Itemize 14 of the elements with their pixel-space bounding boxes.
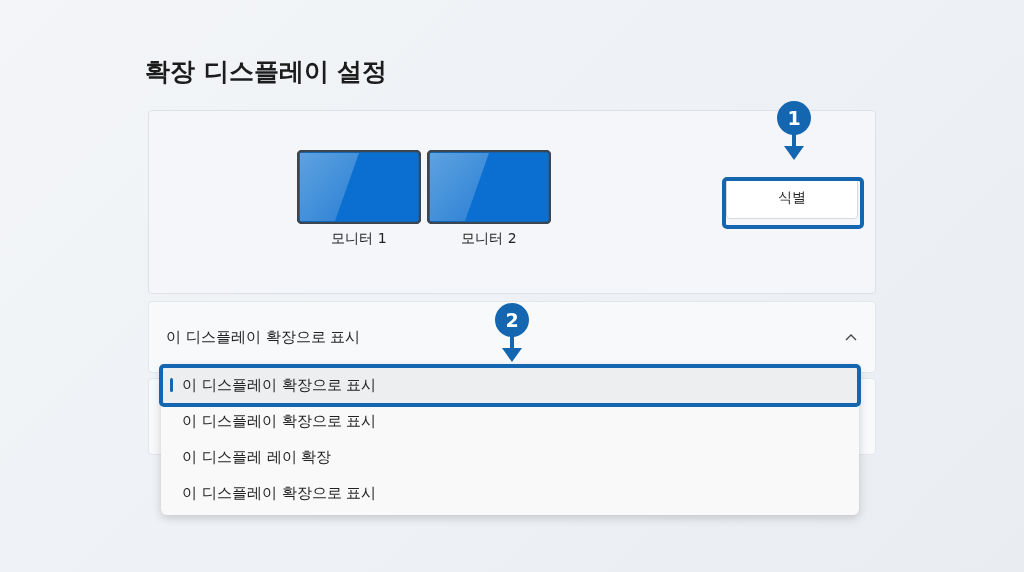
menu-option[interactable]: 이 디스플레 레이 확장 [161,439,859,475]
page-title: 확장 디스플레이 설정 [145,56,389,88]
callout-badge: 1 [777,101,811,135]
monitor-label: 모니터 2 [461,230,517,248]
menu-option[interactable]: 이 디스플레이 확장으로 표시 [161,403,859,439]
dropdown-label: 이 디스플레이 확장으로 표시 [166,327,361,347]
monitor-drawing[interactable] [297,150,421,224]
down-arrow-icon [502,336,522,362]
down-arrow-icon [784,134,804,160]
chevron-icon [845,333,857,341]
menu-option[interactable]: 이 디스플레이 확장으로 표시 [161,367,859,403]
menu-option[interactable]: 이 디스플레이 확장으로 표시 [161,475,859,511]
monitor-label: 모니터 1 [331,230,387,248]
monitor-drawing[interactable] [427,150,551,224]
